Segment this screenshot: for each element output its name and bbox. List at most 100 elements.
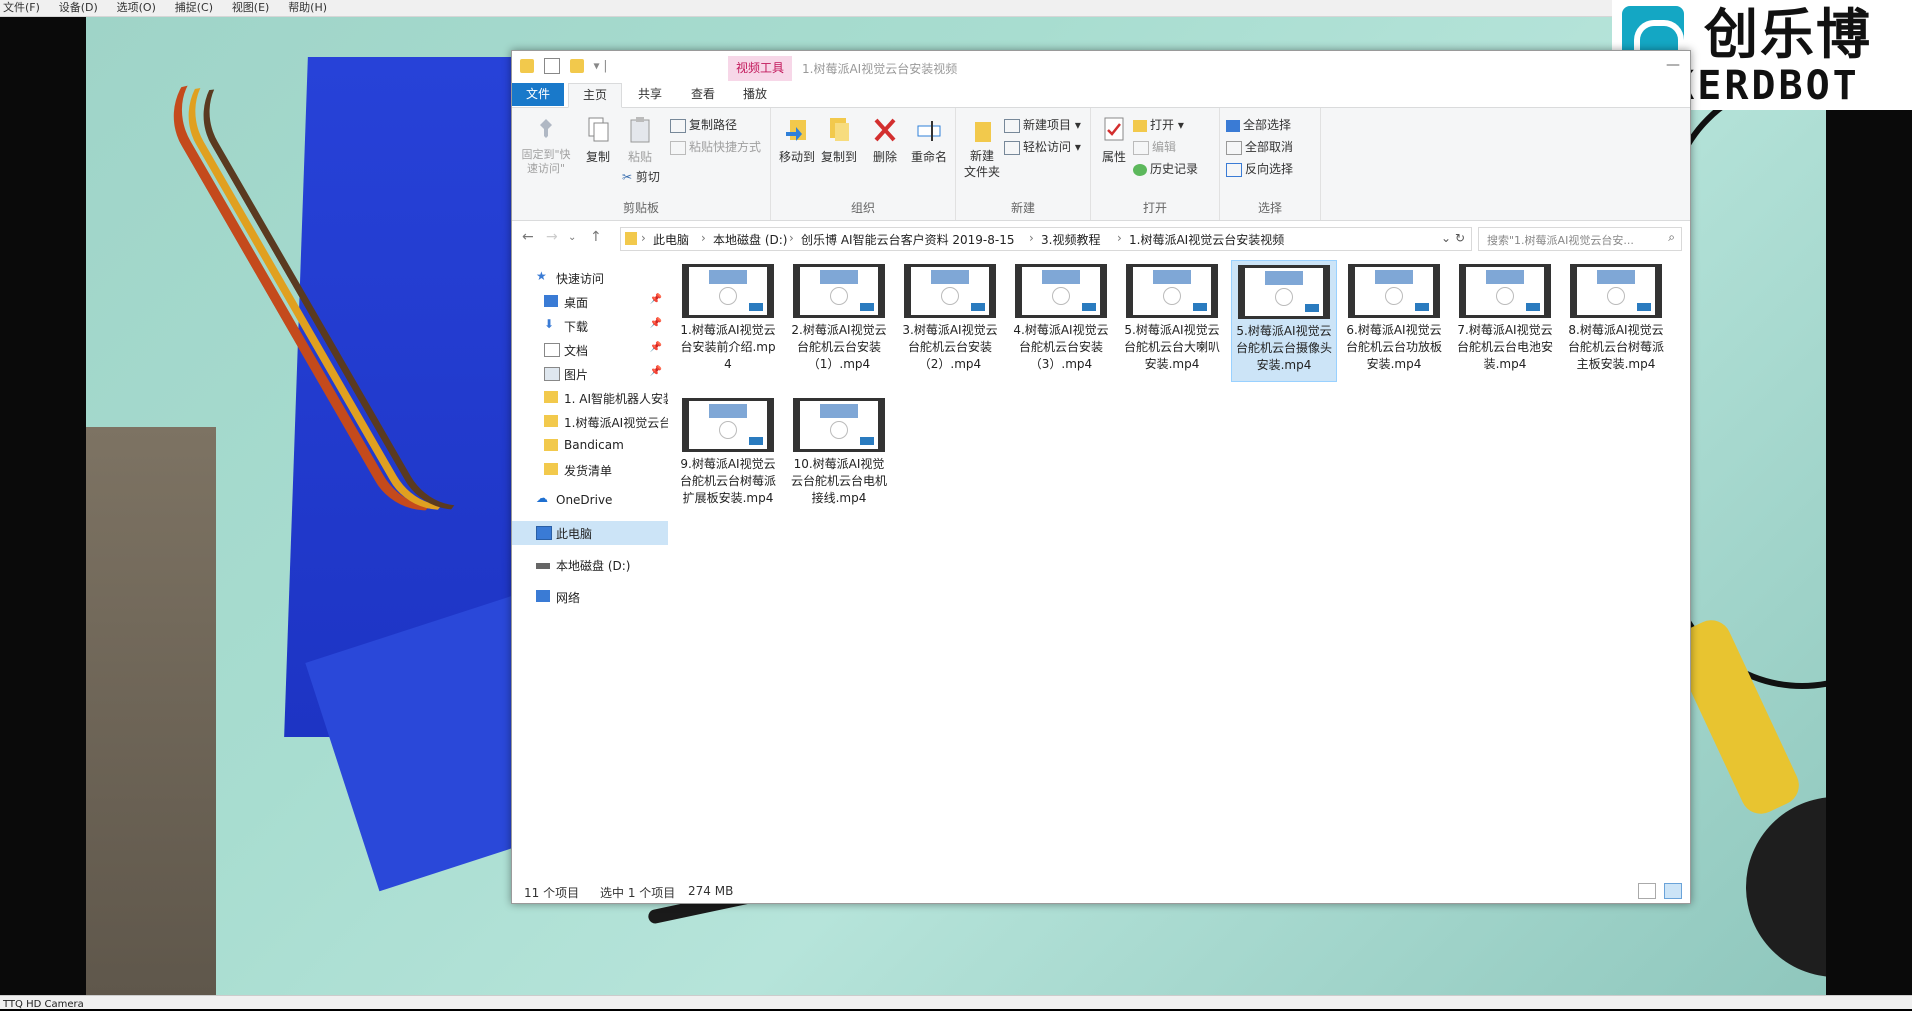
nav-folder-shipping-list[interactable]: 发货清单: [512, 458, 668, 482]
address-dropdown-icon[interactable]: ⌄: [1441, 231, 1451, 245]
breadcrumb-separator: ›: [641, 231, 646, 245]
file-name: 5.树莓派AI视觉云台舵机云台摄像头安装.mp4: [1235, 324, 1332, 372]
file-item[interactable]: 3.树莓派AI视觉云台舵机云台安装（2）.mp4: [898, 260, 1002, 380]
download-icon: ⬇: [544, 317, 555, 331]
nav-local-disk-d[interactable]: 本地磁盘 (D:): [512, 553, 668, 577]
cardboard-box: [86, 427, 216, 995]
file-item[interactable]: 2.树莓派AI视觉云台舵机云台安装（1）.mp4: [787, 260, 891, 380]
menu-options[interactable]: 选项(O): [114, 0, 156, 15]
details-view-icon[interactable]: [1638, 883, 1657, 899]
nav-network[interactable]: 网络: [512, 585, 668, 609]
nav-this-pc[interactable]: 此电脑: [512, 521, 668, 545]
pin-icon: 📌: [649, 366, 662, 377]
dark-object: [1746, 797, 1826, 977]
select-none-button[interactable]: 全部取消: [1226, 138, 1293, 155]
breadcrumb-current-folder[interactable]: 1.树莓派AI视觉云台安装视频: [1129, 231, 1284, 248]
breadcrumb-separator: ›: [701, 231, 706, 245]
file-name: 8.树莓派AI视觉云台舵机云台树莓派主板安装.mp4: [1567, 323, 1664, 371]
qat-dropdown-icon[interactable]: ▾ |: [593, 59, 607, 73]
refresh-icon[interactable]: ↻: [1455, 231, 1465, 245]
file-item[interactable]: 1.树莓派AI视觉云台安装前介绍.mp4: [676, 260, 780, 380]
delete-button[interactable]: 删除: [867, 116, 903, 165]
nav-downloads[interactable]: ⬇ 下载 📌: [512, 314, 668, 338]
back-arrow-icon[interactable]: ←: [522, 229, 534, 245]
menu-capture[interactable]: 捕捉(C): [172, 0, 213, 15]
new-folder-button[interactable]: 新建 文件夹: [962, 116, 1002, 180]
tab-share[interactable]: 共享: [624, 83, 676, 106]
copy-to-button[interactable]: 复制到: [819, 116, 859, 165]
history-button[interactable]: 历史记录: [1133, 160, 1198, 177]
breadcrumb-drive-d[interactable]: 本地磁盘 (D:): [713, 231, 787, 248]
move-to-button[interactable]: 移动到: [777, 116, 817, 165]
tab-home[interactable]: 主页: [568, 83, 623, 108]
large-icons-view-icon[interactable]: [1664, 883, 1682, 899]
nav-folder-ai-robot[interactable]: 1. AI智能机器人安装: [512, 386, 668, 410]
nav-quick-access[interactable]: ★ 快速访问: [512, 266, 668, 290]
nav-folder-bandicam[interactable]: Bandicam: [512, 434, 668, 458]
menu-device[interactable]: 设备(D): [56, 0, 98, 15]
menu-view[interactable]: 视图(E): [229, 0, 270, 15]
paste-button[interactable]: 粘贴: [622, 116, 658, 165]
file-item[interactable]: 4.树莓派AI视觉云台舵机云台安装（3）.mp4: [1009, 260, 1113, 380]
select-all-button[interactable]: 全部选择: [1226, 116, 1291, 133]
nav-pictures[interactable]: 图片 📌: [512, 362, 668, 386]
new-folder-qat-icon[interactable]: [569, 59, 584, 73]
copy-path-icon: [670, 118, 686, 133]
nav-onedrive[interactable]: ☁ OneDrive: [512, 489, 668, 513]
file-explorer-window: ▾ | 视频工具 1.树莓派AI视觉云台安装视频 — 文件 主页 共享 查看 播…: [511, 50, 1691, 904]
edit-button[interactable]: 编辑: [1133, 138, 1176, 155]
file-name: 4.树莓派AI视觉云台舵机云台安装（3）.mp4: [1013, 323, 1109, 371]
status-bar: 11 个项目 选中 1 个项目 274 MB: [512, 879, 1690, 903]
file-item[interactable]: 5.树莓派AI视觉云台舵机云台大喇叭安装.mp4: [1120, 260, 1224, 380]
tab-view[interactable]: 查看: [677, 83, 729, 106]
properties-qat-icon[interactable]: [543, 58, 560, 74]
address-bar[interactable]: › 此电脑 › 本地磁盘 (D:) › 创乐博 AI智能云台客户资料 2019-…: [620, 227, 1472, 251]
menu-help[interactable]: 帮助(H): [285, 0, 327, 15]
video-thumbnail: [1459, 264, 1551, 318]
tab-play[interactable]: 播放: [729, 83, 781, 106]
history-icon: [1133, 163, 1147, 176]
breadcrumb-separator: ›: [1029, 231, 1034, 245]
window-title: 1.树莓派AI视觉云台安装视频: [802, 62, 958, 76]
clipboard-group: 固定到"快速访问" 复制 粘贴 复制路径 粘贴快捷方式 ✂ 剪切 剪贴板: [512, 108, 771, 220]
paste-shortcut-button[interactable]: 粘贴快捷方式: [670, 138, 761, 155]
nav-folder-pi-gimbal[interactable]: 1.树莓派AI视觉云台: [512, 410, 668, 434]
nav-documents[interactable]: 文档 📌: [512, 338, 668, 362]
cut-button[interactable]: ✂ 剪切: [622, 168, 660, 185]
new-item-button[interactable]: 新建项目 ▾: [1004, 116, 1081, 133]
recent-dropdown-icon[interactable]: ⌄: [568, 232, 576, 243]
file-item[interactable]: 7.树莓派AI视觉云台舵机云台电池安装.mp4: [1453, 260, 1557, 380]
file-item[interactable]: 10.树莓派AI视觉云台舵机云台电机接线.mp4: [787, 394, 891, 514]
tab-file[interactable]: 文件: [512, 83, 565, 106]
easy-access-button[interactable]: 轻松访问 ▾: [1004, 138, 1081, 155]
pin-icon: 📌: [649, 318, 662, 329]
file-item[interactable]: 8.树莓派AI视觉云台舵机云台树莓派主板安装.mp4: [1564, 260, 1668, 380]
file-item[interactable]: 6.树莓派AI视觉云台舵机云台功放板安装.mp4: [1342, 260, 1446, 380]
nav-desktop[interactable]: 桌面 📌: [512, 290, 668, 314]
search-icon: ⌕: [1668, 230, 1675, 244]
menu-file[interactable]: 文件(F): [0, 0, 40, 15]
breadcrumb-client-folder[interactable]: 创乐博 AI智能云台客户资料 2019-8-15: [801, 231, 1014, 248]
properties-button[interactable]: 属性: [1097, 116, 1131, 165]
delete-icon: [874, 118, 896, 142]
ribbon-tabs: 文件 主页 共享 查看 播放: [512, 81, 1690, 108]
copy-icon: [588, 117, 609, 142]
breadcrumb-video-tutorials[interactable]: 3.视频教程: [1041, 231, 1100, 248]
file-item-selected[interactable]: 5.树莓派AI视觉云台舵机云台摄像头安装.mp4: [1231, 260, 1337, 382]
minimize-button[interactable]: —: [1666, 57, 1680, 73]
up-arrow-icon[interactable]: ↑: [590, 229, 602, 245]
breadcrumb-this-pc[interactable]: 此电脑: [653, 231, 689, 248]
rename-button[interactable]: 重命名: [907, 116, 951, 165]
copy-path-button[interactable]: 复制路径: [670, 116, 737, 133]
open-group: 属性 打开 ▾ 编辑 历史记录 打开: [1091, 108, 1220, 220]
open-button[interactable]: 打开 ▾: [1133, 116, 1184, 133]
invert-selection-button[interactable]: 反向选择: [1226, 160, 1293, 177]
forward-arrow-icon[interactable]: →: [546, 229, 558, 245]
logo-cn-text: 创乐博: [1704, 3, 1872, 66]
network-icon: [536, 590, 550, 602]
copy-button[interactable]: 复制: [580, 116, 616, 165]
pin-quick-access-button[interactable]: 固定到"快速访问": [518, 116, 574, 176]
search-input[interactable]: 搜索"1.树莓派AI视觉云台安... ⌕: [1478, 227, 1682, 251]
file-item[interactable]: 9.树莓派AI视觉云台舵机云台树莓派扩展板安装.mp4: [676, 394, 780, 514]
cloud-icon: ☁: [536, 491, 548, 505]
